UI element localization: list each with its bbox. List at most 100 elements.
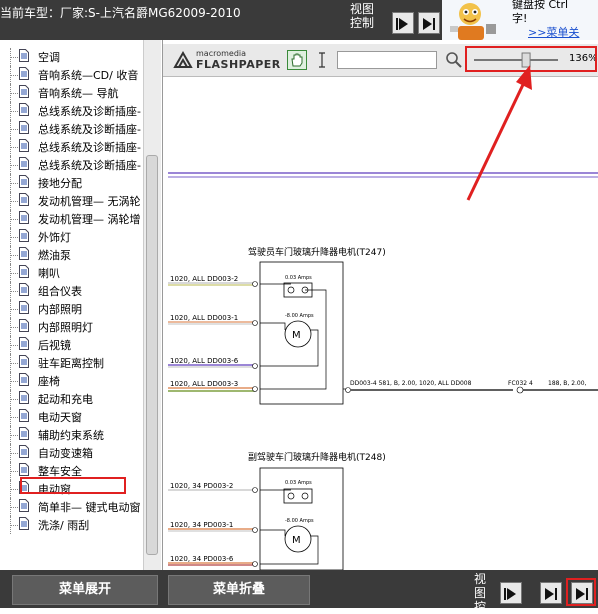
tree-item[interactable]: 座椅 (0, 372, 142, 390)
arrow-last-icon (423, 18, 435, 30)
amp-label: 0.03 Amps (285, 275, 312, 281)
document-icon (19, 337, 29, 350)
document-icon (19, 157, 29, 170)
tree-item[interactable]: 驻车距离控制 (0, 354, 142, 372)
tree-item-label: 音响系统—CD/ 收音 (38, 69, 139, 82)
hand-tool-button[interactable] (287, 50, 307, 70)
tree-item[interactable]: 音响系统—CD/ 收音 (0, 66, 142, 84)
tree-connector (10, 111, 18, 112)
scrollbar-thumb[interactable] (146, 155, 158, 555)
tree-connector (10, 273, 18, 274)
tree-item[interactable]: 燃油泵 (0, 246, 142, 264)
tree-item[interactable]: 洗涤/ 雨刮 (0, 516, 142, 534)
wire (168, 282, 255, 392)
document-icon (19, 427, 29, 440)
tree-item[interactable]: 总线系统及诊断插座- (0, 102, 142, 120)
tree-item[interactable]: 电动天窗 (0, 408, 142, 426)
tree-item-label: 总线系统及诊断插座- (38, 141, 141, 154)
tree-item-label: 总线系统及诊断插座- (38, 105, 141, 118)
document-icon (19, 355, 29, 368)
document-icon (19, 175, 29, 188)
last-page-button[interactable] (418, 12, 440, 34)
document-icon (19, 139, 29, 152)
last-page-button[interactable] (540, 582, 562, 604)
amp-label: -8.00 Amps (285, 518, 314, 524)
tree-connector (10, 147, 18, 148)
tree-item-label: 内部照明 (38, 303, 82, 316)
tree-item[interactable]: 外饰灯 (0, 228, 142, 246)
tree-item[interactable]: 音响系统— 导航 (0, 84, 142, 102)
tree-connector (10, 57, 18, 58)
document-icon (19, 67, 29, 80)
next-page-button[interactable] (392, 12, 414, 34)
tree-item[interactable]: 喇叭 (0, 264, 142, 282)
tree-item[interactable]: 接地分配 (0, 174, 142, 192)
document-icon (19, 265, 29, 278)
tree-connector (10, 489, 18, 490)
document-icon (19, 499, 29, 512)
tree-connector (10, 309, 18, 310)
expand-menu-button[interactable]: 菜单展开 (12, 575, 158, 605)
view-control-label: 视图控制 (350, 2, 375, 30)
annotation-arrow (466, 65, 532, 201)
tree-item-label: 总线系统及诊断插座- (38, 159, 141, 172)
tree-item[interactable]: 内部照明灯 (0, 318, 142, 336)
tree-item-label: 喇叭 (38, 267, 60, 280)
current-car-title: 当前车型：厂家:S-上汽名爵MG62009-2010 (0, 6, 241, 20)
tree-item-label: 辅助约束系统 (38, 429, 104, 442)
tree-connector (10, 165, 18, 166)
tree-item[interactable]: 简单非— 键式电动窗 (0, 498, 142, 516)
tree-item[interactable]: 自动变速箱 (0, 444, 142, 462)
arrow-right-icon (396, 18, 408, 30)
menu-tree[interactable]: 空调音响系统—CD/ 收音音响系统— 导航总线系统及诊断插座- 总线系统及诊断插座… (0, 40, 163, 589)
tree-connector (10, 507, 18, 508)
tree-item[interactable]: 起动和充电 (0, 390, 142, 408)
diagram-title: 驾驶员车门玻璃升降器电机(T247) (248, 246, 386, 258)
tree-connector (10, 291, 18, 292)
tree-item[interactable]: 组合仪表 (0, 282, 142, 300)
search-input[interactable] (337, 51, 437, 69)
tree-connector (10, 237, 18, 238)
amp-label: -8.00 Amps (285, 313, 314, 319)
tree-connector (10, 75, 18, 76)
product-label: FLASHPAPER (196, 58, 281, 71)
document-icon (19, 121, 29, 134)
wire-label: 1020, ALL DD003-6 (170, 357, 239, 365)
document-icon (19, 103, 29, 116)
document-icon (19, 445, 29, 458)
tree-item[interactable]: 总线系统及诊断插座- (0, 138, 142, 156)
tree-item[interactable]: 发动机管理— 无涡轮 (0, 192, 142, 210)
tree-item[interactable]: 总线系统及诊断插座- (0, 120, 142, 138)
promo-banner[interactable]: 键盘按 Ctrl 字! >>菜单关 (442, 0, 598, 40)
tree-item-label: 起动和充电 (38, 393, 93, 406)
tree-item-label: 座椅 (38, 375, 60, 388)
document-icon (19, 319, 29, 332)
tree-connector (10, 453, 18, 454)
highlight-box (20, 477, 126, 494)
wire-label: 1020, 34 PD003-2 (170, 482, 233, 490)
menu-toggle-link[interactable]: >>菜单关 (528, 24, 579, 40)
tree-item[interactable]: 总线系统及诊断插座- (0, 156, 142, 174)
arrow-right-icon (504, 588, 516, 600)
tree-item[interactable]: 内部照明 (0, 300, 142, 318)
top-bar: 当前车型：厂家:S-上汽名爵MG62009-2010 视图控制 键盘按 Ctrl… (0, 0, 598, 40)
tree-item[interactable]: 发动机管理— 涡轮增 (0, 210, 142, 228)
document-icon (19, 85, 29, 98)
next-page-button[interactable] (500, 582, 522, 604)
tree-item-label: 空调 (38, 51, 60, 64)
connector-label: FC032 4 (508, 380, 533, 387)
tree-item-label: 总线系统及诊断插座- (38, 123, 141, 136)
tree-connector (10, 129, 18, 130)
tree-connector (10, 381, 18, 382)
tree-connector (10, 363, 18, 364)
bottom-bar: 菜单展开 菜单折叠 视图控 (0, 570, 598, 614)
tree-connector (10, 219, 18, 220)
vertical-scrollbar[interactable] (143, 40, 161, 570)
text-select-button[interactable] (315, 50, 329, 70)
tree-item[interactable]: 后视镜 (0, 336, 142, 354)
tree-item[interactable]: 辅助约束系统 (0, 426, 142, 444)
end-page-button[interactable] (571, 582, 593, 604)
tree-item[interactable]: 空调 (0, 48, 142, 66)
tree-connector (10, 471, 18, 472)
collapse-menu-button[interactable]: 菜单折叠 (168, 575, 310, 605)
